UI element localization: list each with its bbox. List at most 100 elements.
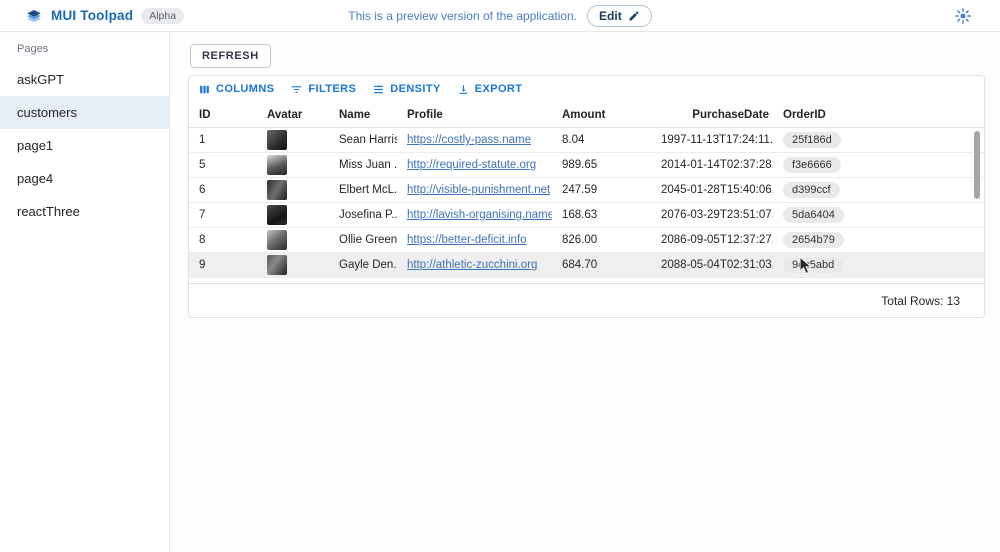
sidebar-item-reactThree[interactable]: reactThree	[0, 195, 169, 228]
cell-avatar	[257, 155, 329, 175]
refresh-button[interactable]: REFRESH	[190, 44, 271, 68]
sidebar: Pages askGPT customers page1 page4 reactThre…	[0, 33, 170, 552]
column-header-purchaseDate[interactable]: PurchaseDate	[651, 109, 773, 121]
export-icon	[457, 83, 470, 96]
cell-order-id: 2654b79	[773, 232, 984, 248]
sidebar-item-customers[interactable]: customers	[0, 96, 169, 129]
grid-toolbar: COLUMNS FILTERS DENSITY EXPORT	[189, 76, 984, 102]
order-id-chip[interactable]: d399ccf	[783, 182, 840, 198]
sidebar-item-label: askGPT	[17, 72, 64, 87]
grid-rows: 1Sean Harrishttps://costly-pass.name8.04…	[189, 128, 984, 278]
cell-name: Sean Harris	[329, 134, 397, 146]
cell-profile: http://lavish-organising.name	[397, 209, 552, 221]
sidebar-item-label: page1	[17, 138, 53, 153]
avatar	[267, 230, 287, 250]
total-rows-label: Total Rows: 13	[881, 294, 960, 308]
cell-profile: https://better-deficit.info	[397, 234, 552, 246]
app-header: MUI Toolpad Alpha This is a preview vers…	[0, 0, 1000, 32]
order-id-chip[interactable]: 2654b79	[783, 232, 844, 248]
cell-amount: 684.70	[552, 259, 651, 271]
cell-profile: http://required-statute.org	[397, 159, 552, 171]
cell-avatar	[257, 205, 329, 225]
toolbar-button-label: COLUMNS	[216, 83, 274, 95]
profile-link[interactable]: http://required-statute.org	[407, 159, 536, 171]
cell-name: Josefina P...	[329, 209, 397, 221]
columns-button[interactable]: COLUMNS	[198, 83, 274, 96]
table-row[interactable]: 9 Gayle Den... http://athletic-zucchini.or…	[189, 253, 984, 278]
grid-footer: Total Rows: 13	[189, 283, 984, 317]
filter-icon	[290, 83, 303, 96]
preview-message: This is a preview version of the applica…	[348, 9, 577, 23]
column-header-id[interactable]: ID	[189, 109, 257, 121]
order-id-chip[interactable]: f3e6666	[783, 157, 841, 173]
cell-purchase-date: 2014-01-14T02:37:28.536Z	[651, 159, 773, 171]
column-header-avatar[interactable]: Avatar	[257, 109, 329, 121]
cell-id: 5	[189, 159, 257, 171]
edit-button-label: Edit	[599, 9, 622, 23]
column-header-amount[interactable]: Amount	[552, 109, 651, 121]
cell-id: 6	[189, 184, 257, 196]
customers-data-grid: COLUMNS FILTERS DENSITY EXPORT IDAvatarName…	[188, 75, 985, 318]
filters-button[interactable]: FILTERS	[290, 83, 356, 96]
cell-id: 9	[189, 259, 257, 271]
avatar	[267, 180, 287, 200]
cell-avatar	[257, 130, 329, 150]
cell-name: Elbert McL...	[329, 184, 397, 196]
columns-icon	[198, 83, 211, 96]
column-header-profile[interactable]: Profile	[397, 109, 552, 121]
cell-order-id: 5da6404	[773, 207, 984, 223]
profile-link[interactable]: https://costly-pass.name	[407, 134, 531, 146]
cell-order-id: f3e6666	[773, 157, 984, 173]
theme-toggle-sun-icon[interactable]	[954, 7, 972, 25]
cell-order-id: 9dc5abd	[773, 257, 984, 273]
cell-name: Miss Juan ...	[329, 159, 397, 171]
table-row[interactable]: 7Josefina P...http://lavish-organising.n…	[189, 203, 984, 228]
table-row[interactable]: 1Sean Harrishttps://costly-pass.name8.04…	[189, 128, 984, 153]
order-id-chip[interactable]: 5da6404	[783, 207, 844, 223]
grid-header-row: IDAvatarNameProfileAmountPurchaseDateOrd…	[189, 102, 984, 128]
version-badge: Alpha	[141, 8, 184, 24]
sidebar-section-label: Pages	[0, 33, 169, 63]
app-title: MUI Toolpad	[51, 8, 133, 23]
cell-purchase-date: 2086-09-05T12:37:27.015Z	[651, 234, 773, 246]
cell-name: Gayle Den...	[329, 259, 397, 271]
cell-avatar	[257, 180, 329, 200]
sidebar-item-page4[interactable]: page4	[0, 162, 169, 195]
sidebar-item-label: reactThree	[17, 204, 80, 219]
sidebar-item-page1[interactable]: page1	[0, 129, 169, 162]
cell-purchase-date: 2088-05-04T02:31:03.294Z	[651, 259, 773, 271]
toolpad-logo-icon	[25, 7, 43, 25]
profile-link[interactable]: https://better-deficit.info	[407, 234, 527, 246]
density-button[interactable]: DENSITY	[372, 83, 440, 96]
profile-link[interactable]: http://athletic-zucchini.org	[407, 259, 537, 271]
cell-name: Ollie Green...	[329, 234, 397, 246]
profile-link[interactable]: http://lavish-organising.name	[407, 209, 552, 221]
sidebar-item-label: customers	[17, 105, 77, 120]
cell-profile: http://visible-punishment.net	[397, 184, 552, 196]
avatar	[267, 155, 287, 175]
sidebar-item-label: page4	[17, 171, 53, 186]
cell-amount: 247.59	[552, 184, 651, 196]
profile-link[interactable]: http://visible-punishment.net	[407, 184, 550, 196]
cell-profile: https://costly-pass.name	[397, 134, 552, 146]
cell-profile: http://athletic-zucchini.org	[397, 259, 552, 271]
table-row[interactable]: 8Ollie Green...https://better-deficit.in…	[189, 228, 984, 253]
cell-amount: 168.63	[552, 209, 651, 221]
column-header-name[interactable]: Name	[329, 109, 397, 121]
table-row[interactable]: 5 Miss Juan ... http://required-statute.or…	[189, 153, 984, 178]
cell-order-id: 25f186d	[773, 132, 984, 148]
sidebar-item-askGPT[interactable]: askGPT	[0, 63, 169, 96]
app-brand[interactable]: MUI Toolpad Alpha	[0, 7, 184, 25]
order-id-chip[interactable]: 9dc5abd	[783, 257, 843, 273]
cell-amount: 989.65	[552, 159, 651, 171]
cell-id: 1	[189, 134, 257, 146]
column-header-orderId[interactable]: OrderID	[773, 109, 984, 121]
vertical-scrollbar[interactable]	[974, 131, 980, 199]
avatar	[267, 205, 287, 225]
avatar	[267, 255, 287, 275]
table-row[interactable]: 6 Elbert McL... http://visible-punishment.…	[189, 178, 984, 203]
edit-button[interactable]: Edit	[587, 5, 652, 27]
export-button[interactable]: EXPORT	[457, 83, 523, 96]
pencil-icon	[628, 10, 640, 22]
order-id-chip[interactable]: 25f186d	[783, 132, 841, 148]
